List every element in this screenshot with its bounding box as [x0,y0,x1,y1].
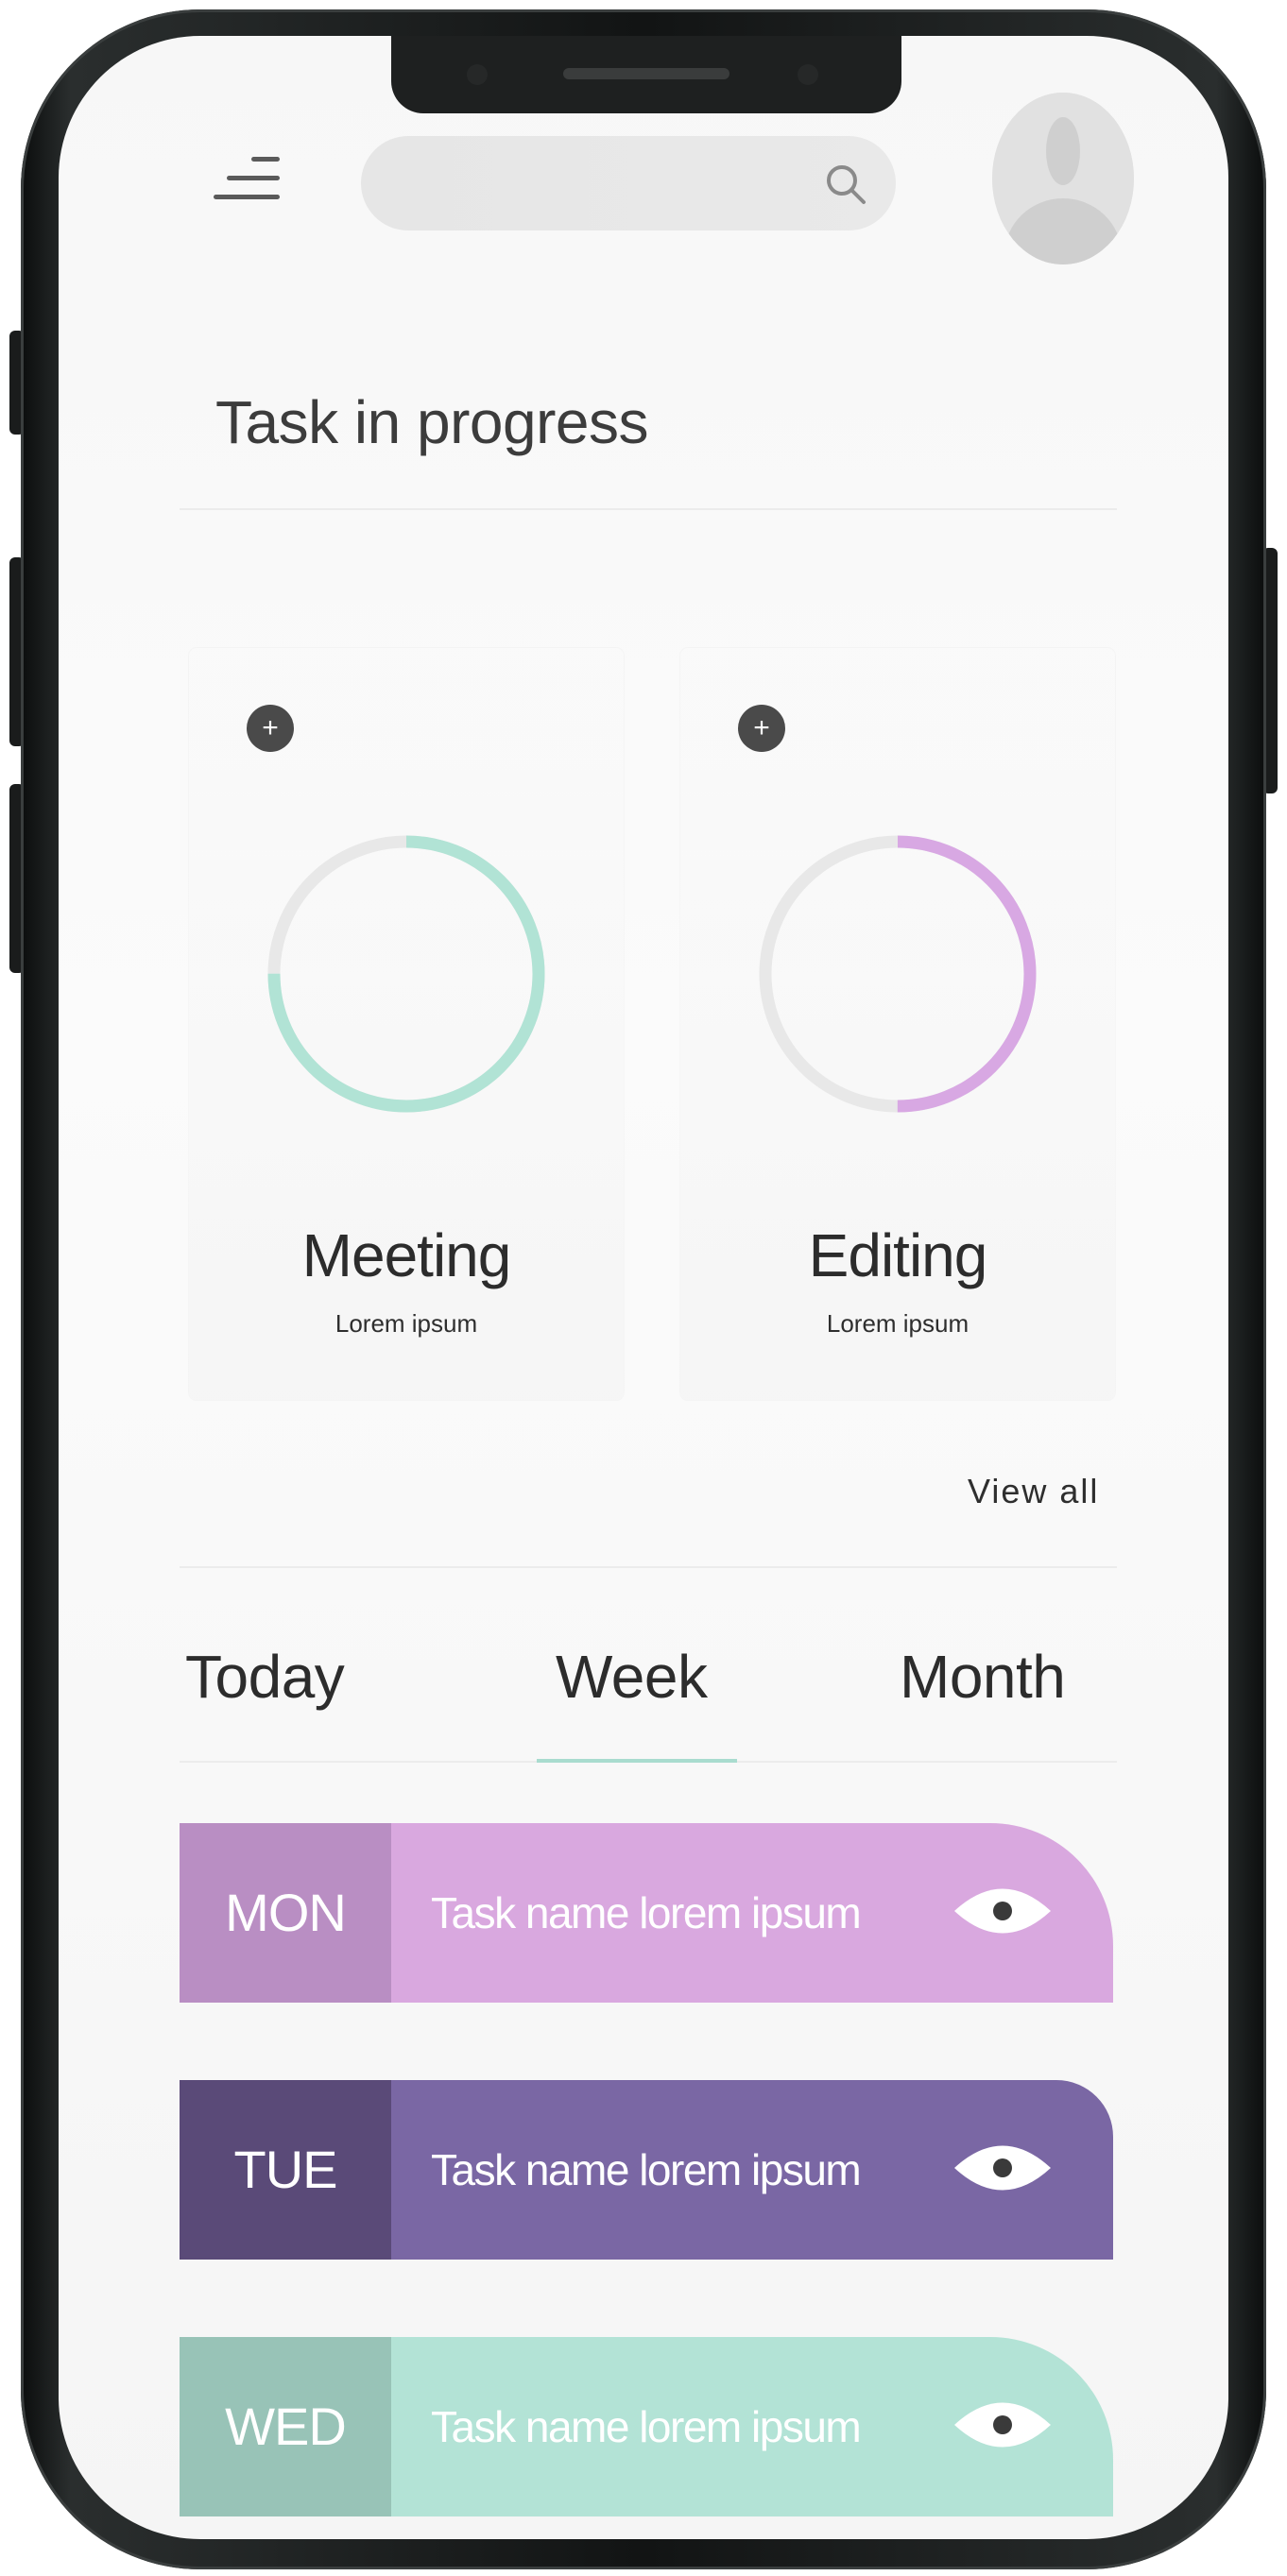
user-icon [992,93,1134,264]
progress-card-editing[interactable]: + Editing Lorem ipsum [680,648,1115,1400]
day-label: TUE [180,2080,391,2260]
avatar[interactable] [992,93,1134,264]
eye-icon[interactable] [951,2135,1055,2201]
task-name: Task name lorem ipsum [431,1888,862,1937]
card-subtitle: Lorem ipsum [335,1309,478,1338]
progress-ring [267,835,545,1113]
tab-week[interactable]: Week [556,1642,708,1712]
menu-line-bottom [214,195,280,199]
menu-line-middle [227,176,280,180]
progress-card-meeting[interactable]: + Meeting Lorem ipsum [189,648,624,1400]
add-icon[interactable]: + [738,705,785,752]
tab-today[interactable]: Today [185,1642,345,1712]
app-screen: Task in progress + Meeting Lorem ipsum +… [59,36,1228,2539]
menu-line-top [251,157,280,162]
task-row-tue[interactable]: TUE Task name lorem ipsum [180,2080,1113,2260]
earpiece-speaker [563,68,729,79]
view-all-link[interactable]: View all [968,1472,1099,1511]
card-title: Meeting [301,1221,512,1289]
front-camera [467,64,488,85]
card-subtitle: Lorem ipsum [826,1309,970,1338]
tabs-top-divider [180,1566,1117,1568]
search-bar[interactable] [361,136,896,232]
section-divider [180,508,1117,510]
task-name: Task name lorem ipsum [431,2145,862,2194]
tab-month[interactable]: Month [900,1642,1066,1712]
progress-ring [759,835,1037,1113]
day-label: WED [180,2337,391,2516]
day-label: MON [180,1823,391,2003]
search-icon[interactable] [822,161,869,208]
task-row-mon[interactable]: MON Task name lorem ipsum [180,1823,1113,2003]
menu-icon[interactable] [208,151,280,210]
card-title: Editing [808,1221,988,1289]
device-mockup: Task in progress + Meeting Lorem ipsum +… [0,0,1287,2576]
task-row-wed[interactable]: WED Task name lorem ipsum [180,2337,1113,2516]
search-input[interactable] [399,136,799,232]
task-name: Task name lorem ipsum [431,2402,862,2451]
eye-icon[interactable] [951,2392,1055,2458]
section-title: Task in progress [215,388,648,456]
notch [391,36,901,113]
active-tab-indicator [537,1759,737,1763]
eye-icon[interactable] [951,1878,1055,1944]
add-icon[interactable]: + [247,705,294,752]
sensor [798,64,818,85]
